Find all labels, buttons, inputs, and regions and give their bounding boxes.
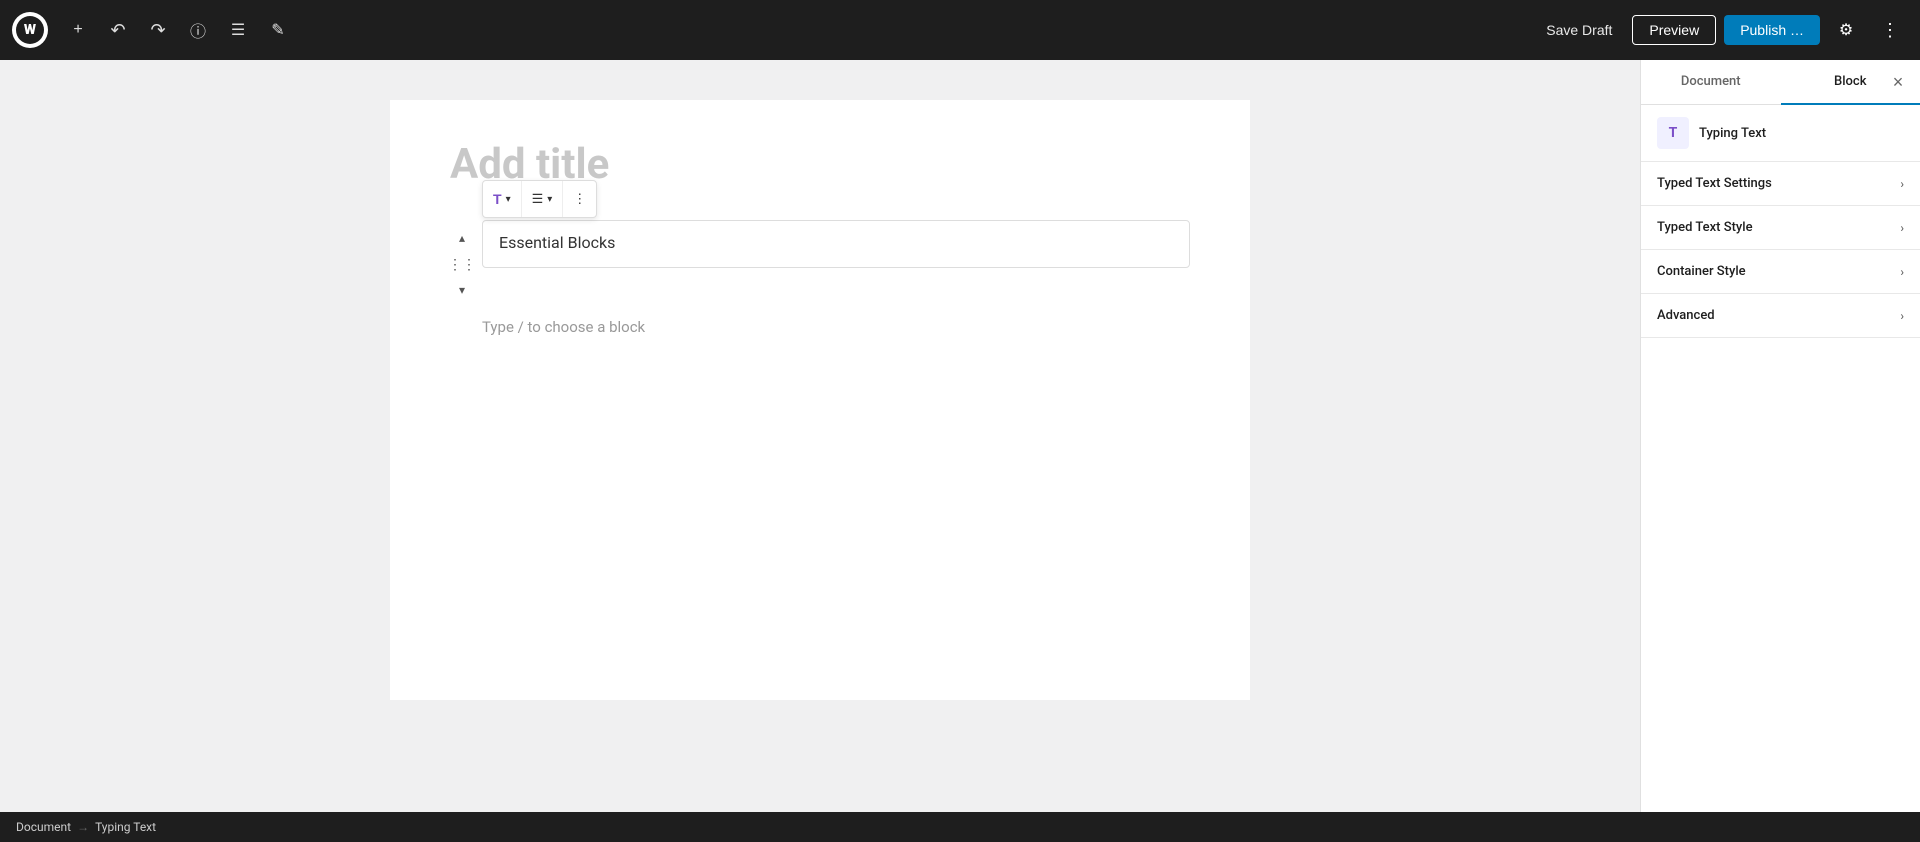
accordion-header-advanced[interactable]: Advanced › [1641, 294, 1920, 337]
accordion-header-container-style[interactable]: Container Style › [1641, 250, 1920, 293]
block-type-button[interactable]: T ▾ [483, 181, 522, 217]
more-options-button[interactable]: ⋮ [1872, 12, 1908, 48]
accordion-header-typed-text-settings[interactable]: Typed Text Settings › [1641, 162, 1920, 205]
block-content[interactable]: Essential Blocks [482, 220, 1190, 268]
tools-button[interactable]: ✎ [260, 12, 296, 48]
block-panel-icon: T [1657, 117, 1689, 149]
align-chevron: ▾ [547, 194, 552, 205]
accordion-typed-text-settings: Typed Text Settings › [1641, 162, 1920, 206]
editor-canvas: Add title ▴ ⋮⋮ ▾ [390, 100, 1250, 700]
prefix-placeholder-text: Type / to choose a block [482, 318, 645, 336]
breadcrumb-bar: Document → Typing Text [0, 812, 1920, 842]
block-wrapper: T ▾ ☰ ▾ ⋮ Essential Blocks [482, 220, 1190, 268]
accordion-typed-text-style: Typed Text Style › [1641, 206, 1920, 250]
sidebar-close-button[interactable]: × [1884, 68, 1912, 96]
chevron-advanced: › [1900, 309, 1904, 323]
settings-button[interactable]: ⚙ [1828, 12, 1864, 48]
redo-icon: ↷ [150, 20, 165, 41]
block-toolbar: T ▾ ☰ ▾ ⋮ [482, 180, 597, 218]
block-panel-name: Typing Text [1699, 126, 1766, 141]
accordion-label-advanced: Advanced [1657, 308, 1715, 323]
tab-document[interactable]: Document [1641, 60, 1781, 105]
block-area: ▴ ⋮⋮ ▾ T ▾ [450, 220, 1190, 302]
move-up-button[interactable]: ▴ [450, 226, 474, 250]
save-draft-button[interactable]: Save Draft [1534, 16, 1624, 44]
redo-button[interactable]: ↷ [140, 12, 176, 48]
breadcrumb-document[interactable]: Document [16, 820, 71, 834]
block-align-button[interactable]: ☰ ▾ [522, 181, 564, 217]
more-icon: ⋮ [1881, 20, 1899, 41]
add-icon: + [73, 21, 82, 39]
top-toolbar: W + ↶ ↷ ⓘ ☰ ✎ Save Draft Preview Publish… [0, 0, 1920, 60]
block-text: Essential Blocks [499, 233, 615, 252]
drag-icon: ⋮⋮ [448, 256, 476, 273]
right-sidebar: Document Block × T Typing Text Typed Tex… [1640, 60, 1920, 812]
block-more-icon: ⋮ [573, 191, 586, 207]
move-up-icon: ▴ [459, 231, 465, 245]
preview-button[interactable]: Preview [1632, 15, 1716, 45]
info-button[interactable]: ⓘ [180, 12, 216, 48]
block-more-button[interactable]: ⋮ [563, 181, 596, 217]
accordion-label-typed-text-style: Typed Text Style [1657, 220, 1753, 235]
main-layout: Add title ▴ ⋮⋮ ▾ [0, 60, 1920, 812]
wp-logo[interactable]: W [12, 12, 48, 48]
accordion-header-typed-text-style[interactable]: Typed Text Style › [1641, 206, 1920, 249]
breadcrumb-typing-text[interactable]: Typing Text [95, 820, 156, 834]
chevron-typed-text-style: › [1900, 221, 1904, 235]
block-side-controls: ▴ ⋮⋮ ▾ [450, 220, 474, 302]
accordion-label-container-style: Container Style [1657, 264, 1746, 279]
tools-icon: ✎ [271, 20, 284, 40]
undo-icon: ↶ [110, 20, 125, 41]
undo-button[interactable]: ↶ [100, 12, 136, 48]
accordion-advanced: Advanced › [1641, 294, 1920, 338]
settings-icon: ⚙ [1839, 20, 1853, 40]
accordion-container-style: Container Style › [1641, 250, 1920, 294]
sidebar-header: Document Block × [1641, 60, 1920, 105]
align-icon: ☰ [532, 191, 544, 207]
accordion-label-typed-text-settings: Typed Text Settings [1657, 176, 1772, 191]
wp-logo-icon: W [16, 16, 44, 44]
block-panel: T Typing Text [1641, 105, 1920, 162]
move-down-button[interactable]: ▾ [450, 278, 474, 302]
drag-handle-button[interactable]: ⋮⋮ [450, 252, 474, 276]
move-down-icon: ▾ [459, 283, 465, 297]
add-block-button[interactable]: + [60, 12, 96, 48]
block-type-chevron: ▾ [506, 194, 511, 205]
chevron-typed-text-settings: › [1900, 177, 1904, 191]
block-type-icon: T [493, 191, 502, 207]
info-icon: ⓘ [190, 18, 206, 42]
close-icon: × [1893, 72, 1904, 93]
list-view-icon: ☰ [231, 20, 245, 40]
editor-area: Add title ▴ ⋮⋮ ▾ [0, 60, 1640, 812]
list-view-button[interactable]: ☰ [220, 12, 256, 48]
breadcrumb-separator: → [77, 820, 89, 834]
prefix-area: Type / to choose a block [482, 318, 1190, 336]
publish-button[interactable]: Publish … [1724, 15, 1820, 45]
chevron-container-style: › [1900, 265, 1904, 279]
